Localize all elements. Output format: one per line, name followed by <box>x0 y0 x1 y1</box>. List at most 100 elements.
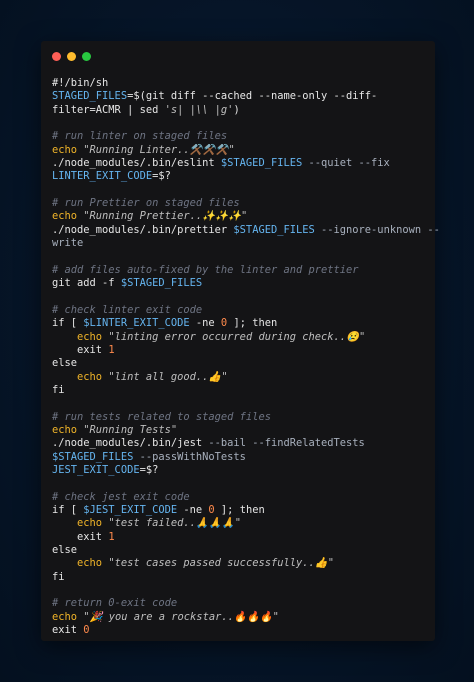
code-token: "Running Tests" <box>83 423 178 436</box>
code-token: 1 <box>108 530 115 543</box>
code-line: ./node_modules/.bin/jest --bail --findRe… <box>52 437 428 450</box>
code-token: 0 <box>83 624 90 637</box>
code-token: "test cases passed successfully..👍" <box>108 557 334 570</box>
code-token: echo <box>52 330 109 343</box>
code-token: # run linter on staged files <box>52 130 228 143</box>
code-token: exit <box>52 343 109 356</box>
code-line: if [ $LINTER_EXIT_CODE -ne 0 ]; then <box>52 317 428 330</box>
code-line: # run Prettier on staged files <box>52 197 428 210</box>
code-token: "🎉 you are a rockstar..🔥🔥🔥" <box>83 610 279 623</box>
code-token: # run Prettier on staged files <box>52 197 240 210</box>
window-controls <box>52 52 91 61</box>
code-token: -ne <box>177 504 209 516</box>
code-token: ]; then <box>214 504 265 516</box>
code-line: else <box>52 544 428 557</box>
code-token: if [ <box>52 317 84 330</box>
code-line: # add files auto-fixed by the linter and… <box>52 264 428 277</box>
minimize-button[interactable] <box>67 52 76 61</box>
code-token: LINTER_EXIT_CODE <box>52 170 153 183</box>
code-token: 1 <box>108 343 115 356</box>
code-token: --ignore-unknown -- <box>314 223 440 236</box>
code-token: --passWithNoTests <box>133 450 246 463</box>
code-token: $STAGED_FILES <box>220 157 303 170</box>
code-token: filter=ACMR | sed <box>52 103 165 116</box>
code-token: exit <box>52 530 109 543</box>
code-line: STAGED_FILES=$(git diff --cached --name-… <box>52 90 428 103</box>
code-token: fi <box>52 570 65 583</box>
code-line: LINTER_EXIT_CODE=$? <box>52 170 428 183</box>
code-line: filter=ACMR | sed 's| |\\ |g') <box>52 104 428 117</box>
code-token: echo <box>52 610 84 623</box>
code-line: ./node_modules/.bin/prettier $STAGED_FIL… <box>52 223 440 237</box>
code-line: JEST_EXIT_CODE=$? <box>52 464 428 477</box>
code-line: # check jest exit code <box>52 491 428 504</box>
code-token: 's| |\\ |g' <box>164 103 234 116</box>
code-token: -ne <box>189 317 221 330</box>
code-line: exit 1 <box>52 344 428 357</box>
close-button[interactable] <box>52 52 61 61</box>
code-line: echo "🎉 you are a rockstar..🔥🔥🔥" <box>52 611 428 624</box>
code-line: echo "Running Prettier..✨✨✨" <box>52 210 428 223</box>
code-line: echo "linting error occurred during chec… <box>52 331 428 344</box>
code-line: fi <box>52 571 428 584</box>
code-token: $STAGED_FILES <box>233 223 315 236</box>
code-token: "Running Prettier..✨✨✨" <box>83 210 248 223</box>
code-token: =$(git diff --cached --name-only --diff- <box>127 90 378 103</box>
code-line: # run tests related to staged files <box>52 411 428 424</box>
code-token: ]; then <box>227 317 278 330</box>
maximize-button[interactable] <box>82 52 91 61</box>
code-token: # return 0-exit code <box>52 597 178 610</box>
code-token: "linting error occurred during check..😢" <box>108 330 366 343</box>
code-token: $STAGED_FILES <box>120 277 203 290</box>
code-token: write <box>52 237 84 250</box>
code-line: echo "Running Linter..⚒️⚒️⚒️" <box>52 144 428 157</box>
code-token: fi <box>52 383 65 396</box>
code-line: echo "test cases passed successfully..👍" <box>52 557 428 570</box>
code-token: # run tests related to staged files <box>52 410 271 423</box>
code-line: # check linter exit code <box>52 304 428 317</box>
code-token: echo <box>52 423 84 436</box>
code-block: #!/bin/sh STAGED_FILES=$(git diff --cache… <box>52 77 440 637</box>
code-token: else <box>52 544 78 557</box>
code-token: echo <box>52 210 84 223</box>
code-token: ./node_modules/.bin/prettier <box>52 223 234 236</box>
code-token: "test failed..🙏🙏🙏" <box>108 517 241 530</box>
code-line: if [ $JEST_EXIT_CODE -ne 0 ]; then <box>52 504 428 517</box>
code-line: write <box>52 237 428 250</box>
code-token: exit <box>52 624 84 637</box>
code-token: $JEST_EXIT_CODE <box>83 504 178 516</box>
code-token: "Running Linter..⚒️⚒️⚒️" <box>83 143 235 156</box>
code-token: "lint all good..👍" <box>108 370 228 383</box>
code-token: # check linter exit code <box>52 303 203 316</box>
code-token: echo <box>52 517 109 530</box>
code-token: =$? <box>139 463 159 476</box>
code-token: echo <box>52 143 84 156</box>
code-line: git add -f $STAGED_FILES <box>52 277 428 290</box>
code-token: echo <box>52 370 109 383</box>
code-line: exit 0 <box>52 624 428 637</box>
code-token: $STAGED_FILES <box>52 450 134 463</box>
code-token: STAGED_FILES <box>52 90 128 103</box>
code-token: ./node_modules/.bin/eslint <box>52 157 221 170</box>
code-token: # check jest exit code <box>52 490 190 503</box>
code-token: JEST_EXIT_CODE <box>52 463 140 476</box>
code-token: #!/bin/sh <box>52 77 109 89</box>
code-line: # run linter on staged files <box>52 130 428 143</box>
code-line: else <box>52 357 428 370</box>
code-token: # add files auto-fixed by the linter and… <box>52 263 359 276</box>
code-token: ./node_modules/.bin/jest <box>52 437 209 450</box>
code-token: if [ <box>52 504 84 516</box>
code-line: echo "test failed..🙏🙏🙏" <box>52 517 428 530</box>
code-token: =$? <box>152 170 171 183</box>
code-token: $LINTER_EXIT_CODE <box>83 317 190 330</box>
code-line: #!/bin/sh <box>52 77 428 90</box>
code-line: exit 1 <box>52 531 428 544</box>
code-line: echo "Running Tests" <box>52 424 428 437</box>
